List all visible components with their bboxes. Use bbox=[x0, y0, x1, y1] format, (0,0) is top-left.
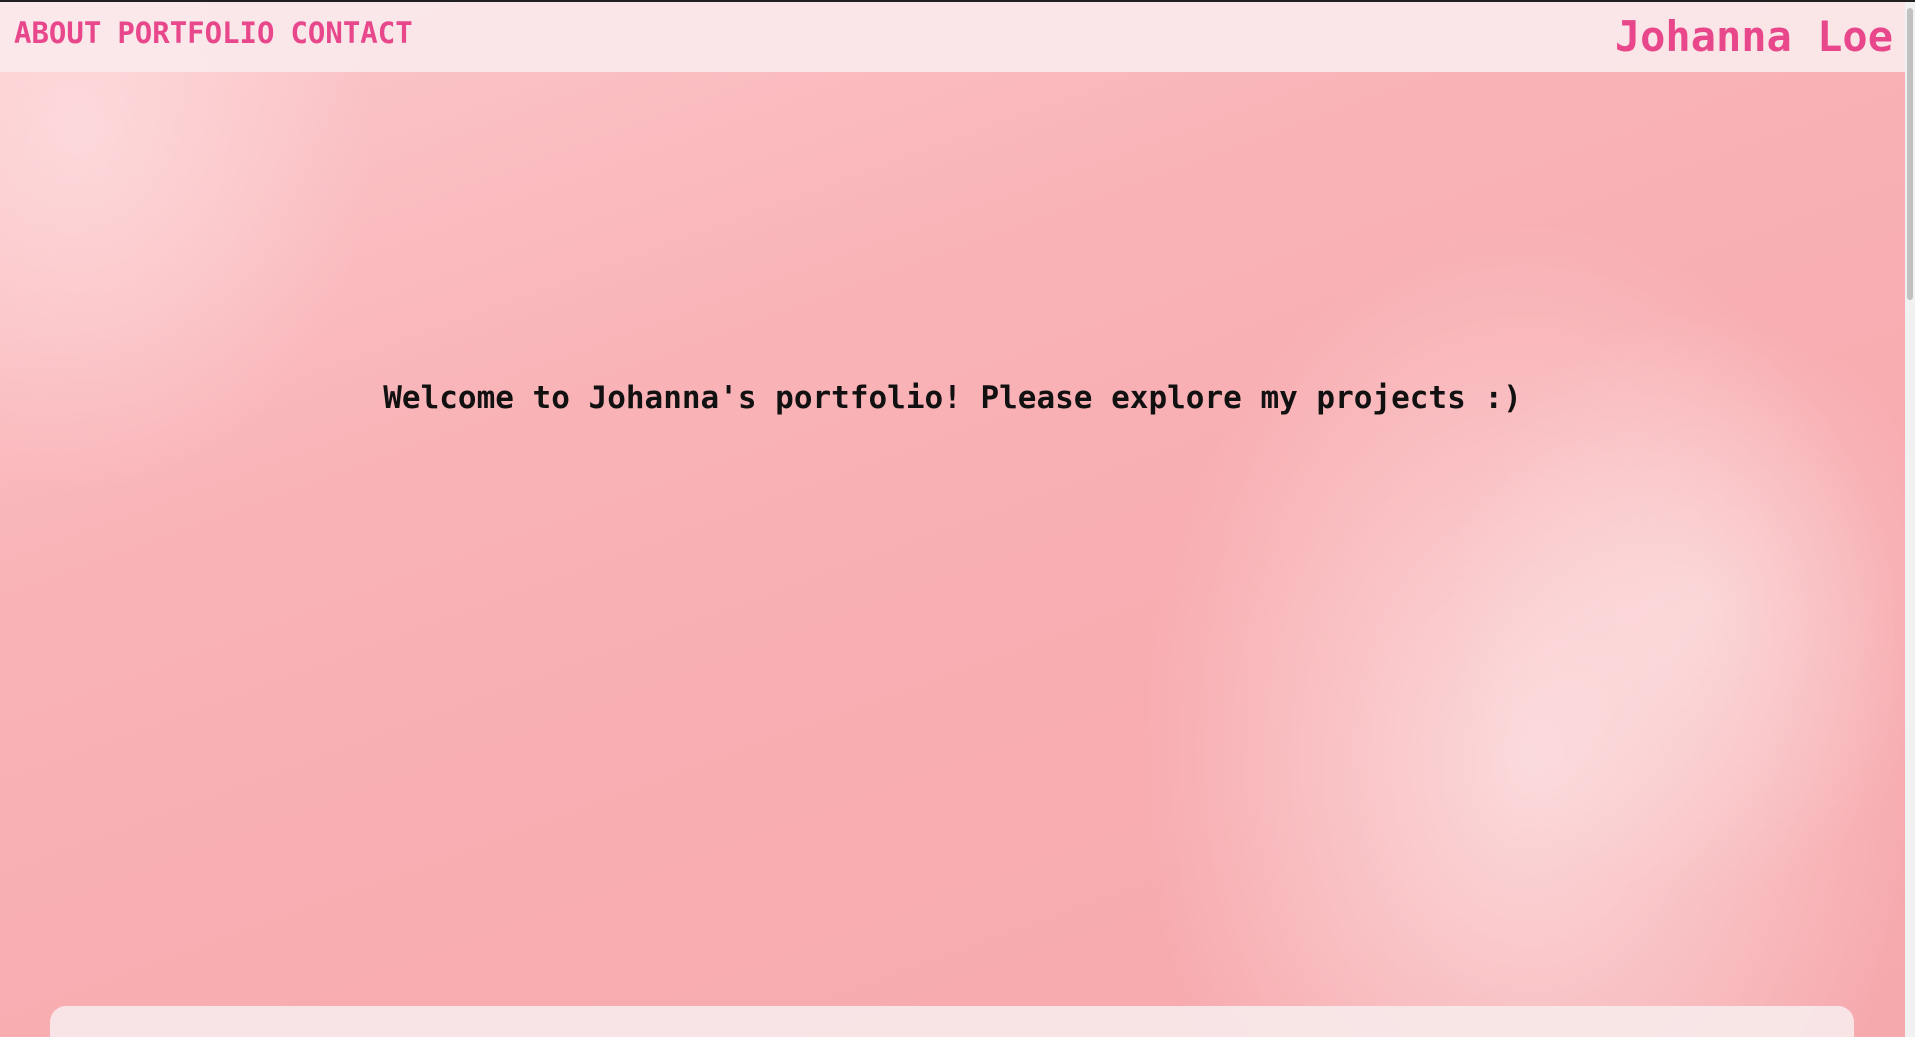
vertical-scrollbar[interactable] bbox=[1905, 2, 1915, 1037]
welcome-message: Welcome to Johanna's portfolio! Please e… bbox=[383, 380, 1522, 416]
nav-link-contact[interactable]: CONTACT bbox=[290, 16, 412, 50]
content-panel bbox=[50, 1006, 1854, 1037]
nav-link-about[interactable]: ABOUT bbox=[14, 16, 101, 50]
nav-link-portfolio[interactable]: PORTFOLIO bbox=[117, 16, 274, 50]
nav-links: ABOUT PORTFOLIO CONTACT bbox=[14, 16, 413, 50]
top-navbar: ABOUT PORTFOLIO CONTACT Johanna Loe bbox=[0, 2, 1905, 72]
scrollbar-thumb[interactable] bbox=[1907, 8, 1913, 300]
browser-viewport: ABOUT PORTFOLIO CONTACT Johanna Loe Welc… bbox=[0, 0, 1915, 1037]
portfolio-page: ABOUT PORTFOLIO CONTACT Johanna Loe Welc… bbox=[0, 2, 1905, 1037]
site-brand-name[interactable]: Johanna Loe bbox=[1615, 12, 1893, 61]
